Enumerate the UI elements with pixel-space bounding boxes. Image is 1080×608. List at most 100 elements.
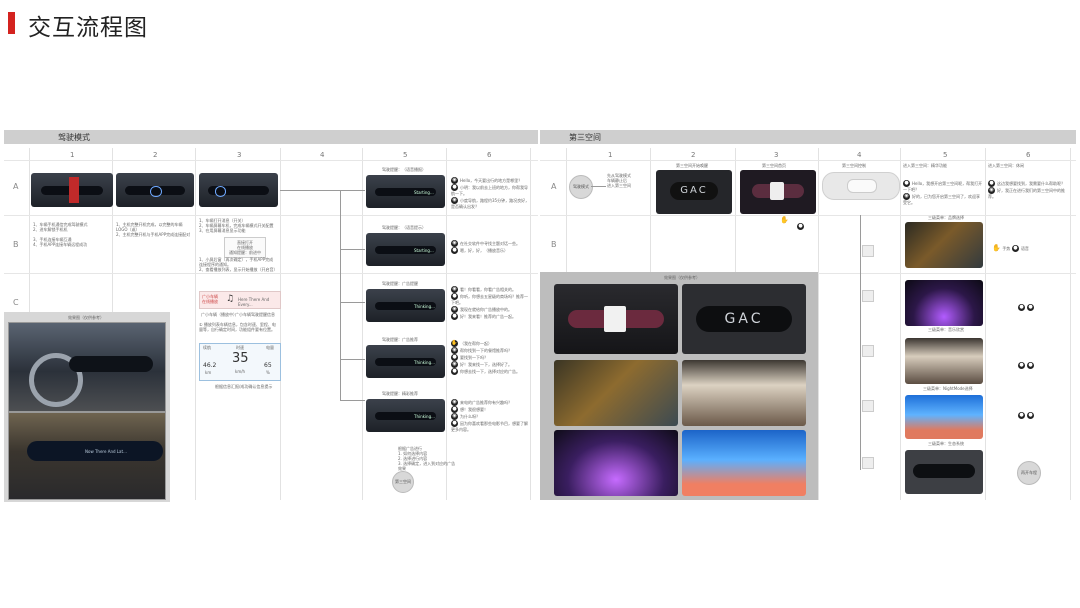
range-label: 续航 <box>203 345 211 350</box>
speed-panel: 续航 时速 电量 46.2 km 35 km/h 65 % <box>199 343 281 381</box>
step-node[interactable] <box>862 290 874 302</box>
control-knob[interactable] <box>822 172 900 200</box>
dialogue-line: ● 小明：我以前去上班的地方，你帮我导航一下。 <box>451 184 531 197</box>
voice-icon: ◉ <box>451 347 458 354</box>
grid-line <box>540 215 1076 216</box>
row-label-a: A <box>551 182 557 191</box>
step-node[interactable] <box>862 245 874 257</box>
speed-label: 时速 <box>236 345 244 350</box>
mic-icon: ● <box>797 223 804 230</box>
dialogue-text: 你想去找一下，选择对应的广告。 <box>460 369 520 374</box>
gallery-title: 效果图（仅供参考） <box>664 275 700 280</box>
user-icon: ● <box>903 180 910 187</box>
menu-selected <box>604 306 626 332</box>
dialogue-line: ● 要找到一下吗？ <box>451 354 531 361</box>
dialogue-line: ● 你听，你想去五星级的商场吗？推荐一下吧。 <box>451 293 531 306</box>
voice-icon: ◉ <box>451 413 458 420</box>
icon-caption: 手势 <box>1002 246 1011 251</box>
dialogue-group-2: ◉ 在社交软件中寻找主题对话一些。 ● 嗯，好，好，（播放音乐） <box>451 240 531 254</box>
title-accent-bar <box>8 12 15 34</box>
end-circle-third-space[interactable]: 第三空间 <box>392 471 414 493</box>
dialogue-line: ✋ （我在帮你一起） <box>451 340 531 347</box>
grid-line <box>900 148 901 500</box>
dialogue-text: 好的，已为您开启第三空间了，欢迎享受它。 <box>903 194 980 205</box>
row-label-a: A <box>13 182 19 191</box>
range-unit: km <box>205 370 212 375</box>
mic-icon: ● <box>1011 245 1019 252</box>
scene-nightmode <box>905 338 983 384</box>
interior-render-1 <box>8 322 166 412</box>
user-icon: ● <box>451 247 458 254</box>
cockpit-screen-wide: Now There And Lat... <box>27 441 163 461</box>
col6-head: 进入第三空间：休闲 <box>988 163 1024 168</box>
grid-line <box>540 160 1076 161</box>
music-note-icon: ♫ <box>226 294 235 304</box>
dashboard-screen-1 <box>31 173 113 207</box>
dialogue-group-1: ◉ Hello，今天要出行的地方是哪里？ ● 小明：我以前去上班的地方，你帮我导航一… <box>451 177 531 210</box>
voice-icon: ◉ <box>451 286 458 293</box>
right-col-num: 5 <box>943 151 948 159</box>
grid-line <box>4 215 538 216</box>
grid-line <box>362 148 363 500</box>
card-label: 三级菜单：NightMode选择 <box>923 386 973 391</box>
flow-card-5: Thinking... <box>366 399 445 432</box>
mic-icon: ● <box>1027 304 1034 311</box>
left-col-num: 3 <box>237 151 242 159</box>
dialogue-line: ● 因为你喜欢看那些电影节目，想要了解更多内容。 <box>451 420 531 433</box>
note-col3-c1: 1、小屏后窗（再次确定），手机APP完成连接程序的通知。 2、查看播放列表，显示… <box>199 257 278 272</box>
wake-screen: GAC <box>656 170 732 214</box>
render-photo-panel: 效果图（仅供参考） Now There And Lat... <box>4 312 170 502</box>
left-col-num: 5 <box>403 151 408 159</box>
right-col-num: 3 <box>774 151 779 159</box>
dialogue-line: ◉ 小度导航，路程约35分钟，路况良好，是否确认出发？ <box>451 197 531 210</box>
row-label-b: B <box>13 240 19 249</box>
dialogue-line: ◉ Hello，今天要出行的地方是哪里？ <box>451 177 531 184</box>
dialogue-text: 小明：我以前去上班的地方，你帮我导航一下。 <box>451 185 528 196</box>
voice-icon: ◉ <box>903 193 910 200</box>
home-selected-tile <box>770 182 784 200</box>
photo-panel-title: 效果图（仅供参考） <box>68 315 104 320</box>
right-col-num: 4 <box>857 151 862 159</box>
step-node[interactable] <box>862 400 874 412</box>
icon-caption: 语音 <box>1020 246 1029 251</box>
left-section-label: 驾驶模式 <box>58 133 90 142</box>
music-widget[interactable]: 广小车辆 在线播放 ♫ Here There And Every... <box>199 291 281 309</box>
right-col-num: 6 <box>1026 151 1031 159</box>
flow-card-3: Thinking... <box>366 289 445 322</box>
note-col3-c2: ① 播放列表车辆信息，包含时速、里程、电量等，自行确定时间，功能组件要有位置。 <box>199 322 276 332</box>
dialogue-text: 好，我正在进行我们的第三空间中的推荐。 <box>988 188 1065 199</box>
dialogue-text: 帮你找到一下的餐馆推荐吗？ <box>460 348 512 353</box>
music-source: 广小车辆 在线播放 <box>202 294 218 304</box>
dialogue-text: 好！我来看！推荐的广告一起。 <box>460 314 516 319</box>
user-icon: ● <box>451 184 458 191</box>
col2-head: 第三空间开始唤醒 <box>676 163 708 168</box>
card-label: 三级菜单：品牌选择 <box>928 215 964 220</box>
start-circle-drive-mode[interactable]: 驾驶模式 <box>569 175 593 199</box>
dialogue-line: ◉ 好，我正在进行我们的第三空间中的推荐。 <box>988 187 1070 200</box>
dialogue-line: ● 你想去找一下，选择对应的广告。 <box>451 368 531 375</box>
mic-icon: ● <box>1018 304 1025 311</box>
flow-card-4: Thinking... <box>366 345 445 378</box>
flow-card-2: Starting... <box>366 233 445 266</box>
speed-caption: 根据信息汇报/成功确认信息提示 <box>215 384 273 389</box>
gallery-scene-music <box>554 430 678 496</box>
step-node[interactable] <box>862 457 874 469</box>
dialogue-text: 看！你看看，你看广告相关的。 <box>460 287 516 292</box>
col5-dialogue: ● Hello，我想开启第三空间呢，帮我打开一下吧？ ◉ 好的，已为您开启第三空间了… <box>903 180 983 206</box>
dashboard-screen-2 <box>116 173 194 207</box>
right-section-header <box>540 130 1076 144</box>
card-label: 驾驶提醒：精彩推荐 <box>382 391 418 396</box>
home-screen <box>740 170 816 214</box>
grid-line <box>1070 148 1071 500</box>
end-circle-restart[interactable]: 再开车程 <box>1017 461 1041 485</box>
hand-gesture-icon: ✋ <box>780 216 789 224</box>
control-dial[interactable] <box>847 179 877 193</box>
dialogue-text: 你听，你想去五星级的商场吗？推荐一下吧。 <box>451 294 528 305</box>
brand-logo: GAC <box>670 182 718 200</box>
connector-vertical <box>340 190 341 400</box>
step-node[interactable] <box>862 345 874 357</box>
user-icon: ● <box>451 293 458 300</box>
voice-icon: ◉ <box>988 187 995 194</box>
dialogue-line: ◉ 帮你找到一下的餐馆推荐吗？ <box>451 347 531 354</box>
connector <box>340 302 365 303</box>
